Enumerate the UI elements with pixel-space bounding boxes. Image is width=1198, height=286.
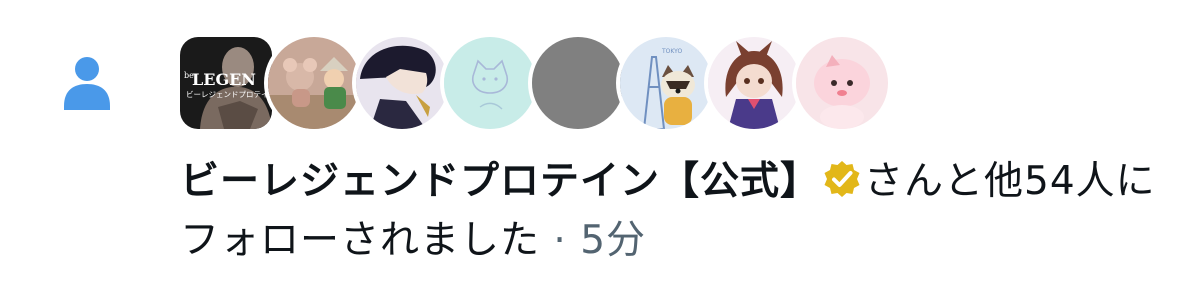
time-separator: · — [553, 218, 567, 263]
message-line2: フォローされました — [180, 218, 541, 263]
avatar-default-gray[interactable] — [532, 37, 624, 129]
avatar-row: be LEGEN ビーレジェンドプロテイン TOKYO — [180, 37, 900, 129]
message-suffix: さんと他54人に — [864, 159, 1156, 204]
follower-name-link[interactable]: ビーレジェンドプロテイン【公式】 — [180, 159, 820, 204]
person-follow-icon — [64, 57, 110, 110]
avatar-tower-label: TOKYO — [661, 48, 682, 55]
avatar-raccoon-tower[interactable]: TOKYO — [620, 37, 712, 129]
follow-notification[interactable]: be LEGEN ビーレジェンドプロテイン TOKYO ビーレジェンドプロテイン… — [0, 0, 1198, 286]
notification-timestamp[interactable]: 5分 — [580, 218, 646, 263]
avatar-anime-boy[interactable] — [356, 37, 448, 129]
avatar-brand-label: LEGEN — [192, 70, 256, 89]
avatar-be-legend[interactable]: be LEGEN ビーレジェンドプロテイン — [180, 37, 272, 129]
verified-badge-icon — [824, 161, 860, 197]
avatar-horse-girl[interactable] — [708, 37, 800, 129]
avatar-brand-sublabel: ビーレジェンドプロテイン — [186, 90, 272, 99]
avatar-cat-sketch[interactable] — [444, 37, 536, 129]
avatar-figures[interactable] — [268, 37, 360, 129]
avatar-pink-character[interactable] — [796, 37, 888, 129]
notification-message: ビーレジェンドプロテイン【公式】 さんと他54人にフォローされました · 5分 — [180, 152, 1170, 270]
